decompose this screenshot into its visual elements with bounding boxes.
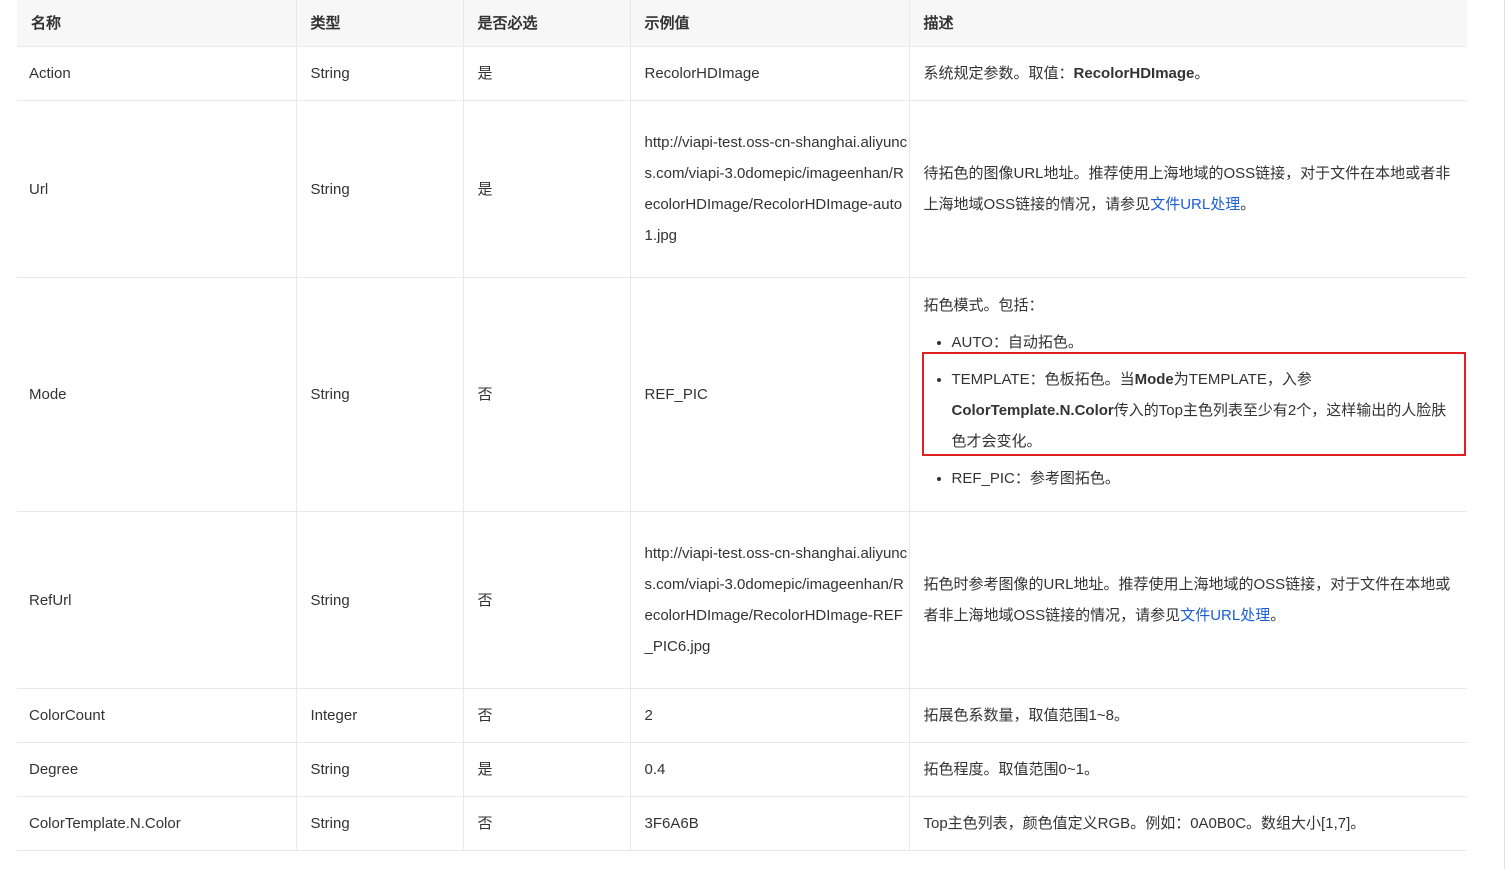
bold-value: RecolorHDImage [1073, 65, 1195, 82]
file-url-link[interactable]: 文件URL处理 [1150, 196, 1240, 213]
api-parameter-table: 名称 类型 是否必选 示例值 描述 Action String 是 Recolo… [17, 0, 1467, 851]
scrollbar-edge [1504, 0, 1505, 869]
table-row: Url String 是 http://viapi-test.oss-cn-sh… [17, 100, 1467, 278]
param-example: 2 [630, 688, 910, 743]
param-name: ColorTemplate.N.Color [17, 796, 297, 851]
param-required: 否 [463, 688, 631, 743]
param-example: REF_PIC [630, 277, 910, 512]
param-description: Top主色列表，颜色值定义RGB。例如：0A0B0C。数组大小[1,7]。 [909, 796, 1467, 851]
param-type: String [296, 100, 464, 278]
param-description: 拓色程度。取值范围0~1。 [909, 742, 1467, 797]
param-required: 否 [463, 277, 631, 512]
param-type: String [296, 796, 464, 851]
param-name: ColorCount [17, 688, 297, 743]
list-item: REF_PIC：参考图拓色。 [952, 463, 1454, 494]
mode-intro: 拓色模式。包括： [923, 296, 1044, 314]
param-description: 拓展色系数量，取值范围1~8。 [909, 688, 1467, 743]
param-type: Integer [296, 688, 464, 743]
param-description: 拓色时参考图像的URL地址。推荐使用上海地域的OSS链接，对于文件在本地或者非上… [909, 511, 1467, 689]
header-name: 名称 [17, 0, 297, 47]
param-required: 是 [463, 46, 631, 101]
file-url-link[interactable]: 文件URL处理 [1180, 607, 1270, 624]
param-description: 拓色模式。包括： AUTO：自动拓色。 TEMPLATE：色板拓色。当Mode为… [909, 277, 1467, 512]
param-type: String [296, 742, 464, 797]
table-row: RefUrl String 否 http://viapi-test.oss-cn… [17, 511, 1467, 689]
table-row: ColorCount Integer 否 2 拓展色系数量，取值范围1~8。 [17, 688, 1467, 743]
table-row: ColorTemplate.N.Color String 否 3F6A6B To… [17, 796, 1467, 851]
param-name: Action [17, 46, 297, 101]
header-required: 是否必选 [463, 0, 631, 47]
param-example: http://viapi-test.oss-cn-shanghai.aliyun… [630, 511, 910, 689]
param-example: 3F6A6B [630, 796, 910, 851]
param-description: 待拓色的图像URL地址。推荐使用上海地域的OSS链接，对于文件在本地或者非上海地… [909, 100, 1467, 278]
param-type: String [296, 511, 464, 689]
table-header-row: 名称 类型 是否必选 示例值 描述 [17, 0, 1467, 47]
list-item: TEMPLATE：色板拓色。当Mode为TEMPLATE，入参ColorTemp… [952, 364, 1454, 457]
param-required: 是 [463, 742, 631, 797]
param-name: Mode [17, 277, 297, 512]
param-required: 否 [463, 511, 631, 689]
param-type: String [296, 46, 464, 101]
table-row: Degree String 是 0.4 拓色程度。取值范围0~1。 [17, 742, 1467, 797]
header-description: 描述 [909, 0, 1467, 47]
param-description: 系统规定参数。取值：RecolorHDImage。 [909, 46, 1467, 101]
param-name: Degree [17, 742, 297, 797]
param-example: 0.4 [630, 742, 910, 797]
header-type: 类型 [296, 0, 464, 47]
mode-list: AUTO：自动拓色。 TEMPLATE：色板拓色。当Mode为TEMPLATE，… [924, 327, 1454, 494]
list-item: AUTO：自动拓色。 [952, 327, 1454, 358]
param-required: 是 [463, 100, 631, 278]
param-example: RecolorHDImage [630, 46, 910, 101]
header-example: 示例值 [630, 0, 910, 47]
param-type: String [296, 277, 464, 512]
table-row: Action String 是 RecolorHDImage 系统规定参数。取值… [17, 46, 1467, 101]
param-name: RefUrl [17, 511, 297, 689]
table-row: Mode String 否 REF_PIC 拓色模式。包括： AUTO：自动拓色… [17, 277, 1467, 512]
param-name: Url [17, 100, 297, 278]
param-example: http://viapi-test.oss-cn-shanghai.aliyun… [630, 100, 910, 278]
param-required: 否 [463, 796, 631, 851]
